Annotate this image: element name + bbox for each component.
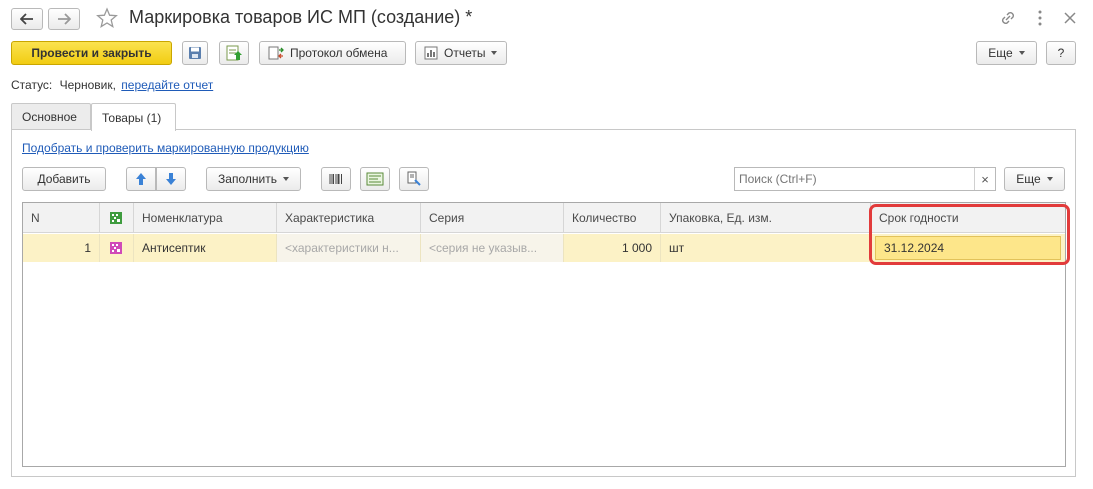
cell-series[interactable]: <серия не указыв... bbox=[421, 234, 564, 262]
chevron-down-icon bbox=[1046, 177, 1053, 181]
forward-button[interactable] bbox=[48, 8, 80, 30]
arrow-down-icon bbox=[166, 173, 176, 185]
datamatrix-button[interactable] bbox=[360, 167, 390, 191]
more-label: Еще bbox=[988, 46, 1013, 60]
window-title: Маркировка товаров ИС МП (создание) * bbox=[129, 7, 473, 27]
goods-table: N Номенклатура Характеристика Серия Коли… bbox=[22, 202, 1066, 467]
arrow-right-icon bbox=[58, 13, 71, 25]
close-icon[interactable] bbox=[1060, 8, 1080, 28]
scanner-icon bbox=[407, 171, 421, 186]
fill-label: Заполнить bbox=[218, 172, 277, 186]
marking-code-icon bbox=[110, 242, 122, 254]
send-report-link[interactable]: передайте отчет bbox=[121, 78, 213, 92]
floppy-disk-icon bbox=[189, 47, 201, 59]
barcode-button[interactable] bbox=[321, 167, 351, 191]
column-header-marking[interactable] bbox=[100, 203, 134, 233]
column-header-expiry[interactable]: Срок годности bbox=[871, 203, 1065, 233]
status-line: Статус: Черновик, передайте отчет bbox=[11, 78, 213, 92]
reports-label: Отчеты bbox=[444, 46, 486, 60]
barcode-icon bbox=[329, 174, 342, 184]
cell-n[interactable]: 1 bbox=[23, 234, 100, 262]
column-header-series[interactable]: Серия bbox=[421, 203, 564, 233]
status-label: Статус: bbox=[11, 78, 53, 92]
arrow-left-icon bbox=[20, 13, 33, 25]
move-up-button[interactable] bbox=[126, 167, 156, 191]
cell-quantity[interactable]: 1 000 bbox=[564, 234, 661, 262]
post-button[interactable] bbox=[219, 41, 249, 65]
column-header-unit[interactable]: Упаковка, Ед. изм. bbox=[661, 203, 871, 233]
tab-main[interactable]: Основное bbox=[11, 103, 91, 130]
chevron-down-icon bbox=[491, 51, 498, 55]
add-button[interactable]: Добавить bbox=[22, 167, 106, 191]
cell-characteristic[interactable]: <характеристики н... bbox=[277, 234, 421, 262]
report-icon bbox=[424, 46, 438, 60]
exchange-protocol-button[interactable]: Протокол обмена bbox=[259, 41, 406, 65]
column-header-characteristic[interactable]: Характеристика bbox=[277, 203, 421, 233]
status-value: Черновик, bbox=[59, 78, 116, 92]
search-field[interactable]: × bbox=[734, 167, 996, 191]
cell-nomenclature[interactable]: Антисептик bbox=[134, 234, 277, 262]
goods-more-label: Еще bbox=[1016, 172, 1041, 186]
column-header-nomenclature[interactable]: Номенклатура bbox=[134, 203, 277, 233]
save-button[interactable] bbox=[182, 41, 208, 65]
move-down-button[interactable] bbox=[156, 167, 186, 191]
datamatrix-icon bbox=[366, 172, 384, 186]
back-button[interactable] bbox=[11, 8, 43, 30]
column-header-quantity[interactable]: Количество bbox=[564, 203, 661, 233]
pick-marked-products-link[interactable]: Подобрать и проверить маркированную прод… bbox=[22, 141, 309, 155]
goods-more-button[interactable]: Еще bbox=[1004, 167, 1065, 191]
arrow-up-icon bbox=[136, 173, 146, 185]
tab-goods-label: Товары (1) bbox=[102, 110, 162, 125]
chevron-down-icon bbox=[282, 177, 289, 181]
column-header-n[interactable]: N bbox=[23, 203, 100, 233]
help-button[interactable]: ? bbox=[1046, 41, 1076, 65]
post-and-close-button[interactable]: Провести и закрыть bbox=[11, 41, 172, 65]
more-vertical-icon[interactable] bbox=[1034, 8, 1046, 28]
exchange-protocol-label: Протокол обмена bbox=[290, 46, 388, 60]
more-button[interactable]: Еще bbox=[976, 41, 1037, 65]
scan-button[interactable] bbox=[399, 167, 429, 191]
exchange-icon bbox=[268, 46, 284, 60]
post-document-icon bbox=[226, 45, 242, 61]
search-input[interactable] bbox=[735, 168, 975, 190]
marking-icon bbox=[110, 211, 122, 224]
chevron-down-icon bbox=[1018, 51, 1025, 55]
cell-unit[interactable]: шт bbox=[661, 234, 871, 262]
cell-marking[interactable] bbox=[100, 234, 134, 262]
cell-expiry[interactable]: 31.12.2024 bbox=[875, 236, 1061, 260]
link-icon[interactable] bbox=[998, 8, 1018, 28]
reports-button[interactable]: Отчеты bbox=[415, 41, 507, 65]
favorite-star-icon[interactable] bbox=[96, 7, 118, 29]
tab-goods[interactable]: Товары (1) bbox=[91, 103, 176, 131]
fill-button[interactable]: Заполнить bbox=[206, 167, 301, 191]
tab-main-label: Основное bbox=[22, 110, 77, 124]
search-clear-button[interactable]: × bbox=[974, 168, 995, 190]
